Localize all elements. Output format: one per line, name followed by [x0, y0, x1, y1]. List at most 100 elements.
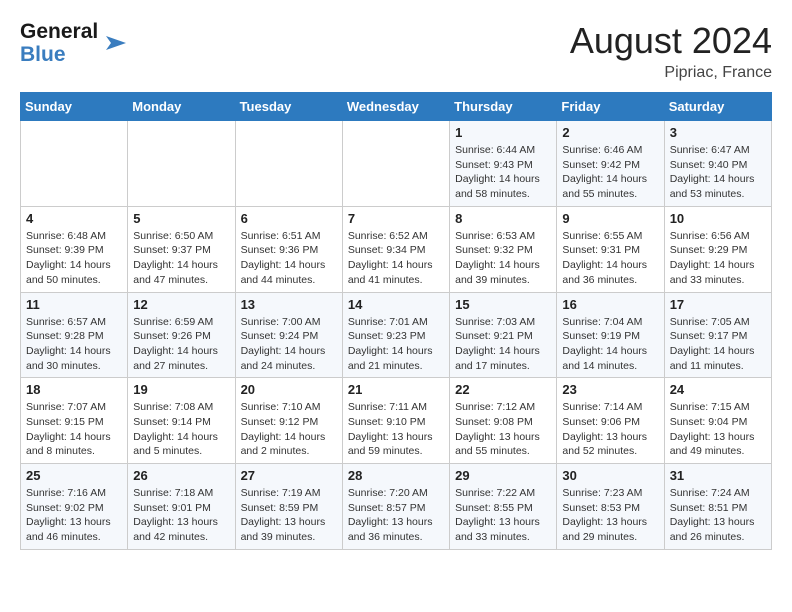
logo: General Blue	[20, 20, 131, 66]
day-cell: 5 Sunrise: 6:50 AM Sunset: 9:37 PM Daylig…	[128, 206, 235, 292]
day-info: Sunrise: 7:18 AM Sunset: 9:01 PM Dayligh…	[133, 486, 229, 545]
weekday-header-monday: Monday	[128, 93, 235, 121]
weekday-header-friday: Friday	[557, 93, 664, 121]
day-cell: 10 Sunrise: 6:56 AM Sunset: 9:29 PM Dayli…	[664, 206, 771, 292]
day-number: 7	[348, 211, 444, 226]
logo-icon	[101, 28, 131, 58]
day-number: 20	[241, 382, 337, 397]
day-cell: 31 Sunrise: 7:24 AM Sunset: 8:51 PM Dayli…	[664, 464, 771, 550]
day-number: 3	[670, 125, 766, 140]
day-number: 1	[455, 125, 551, 140]
day-info: Sunrise: 6:56 AM Sunset: 9:29 PM Dayligh…	[670, 229, 766, 288]
day-number: 25	[26, 468, 122, 483]
day-info: Sunrise: 7:19 AM Sunset: 8:59 PM Dayligh…	[241, 486, 337, 545]
day-number: 15	[455, 297, 551, 312]
day-info: Sunrise: 6:53 AM Sunset: 9:32 PM Dayligh…	[455, 229, 551, 288]
weekday-header-saturday: Saturday	[664, 93, 771, 121]
day-number: 26	[133, 468, 229, 483]
day-number: 11	[26, 297, 122, 312]
day-number: 12	[133, 297, 229, 312]
week-row-4: 18 Sunrise: 7:07 AM Sunset: 9:15 PM Dayli…	[21, 378, 772, 464]
day-cell: 2Sunrise: 6:46 AM Sunset: 9:42 PM Daylig…	[557, 121, 664, 207]
day-info: Sunrise: 6:52 AM Sunset: 9:34 PM Dayligh…	[348, 229, 444, 288]
day-cell: 19Sunrise: 7:08 AM Sunset: 9:14 PM Dayli…	[128, 378, 235, 464]
day-info: Sunrise: 7:15 AM Sunset: 9:04 PM Dayligh…	[670, 400, 766, 459]
day-number: 5	[133, 211, 229, 226]
weekday-header-thursday: Thursday	[450, 93, 557, 121]
title-block: August 2024 Pipriac, France	[570, 20, 772, 82]
day-cell: 14 Sunrise: 7:01 AM Sunset: 9:23 PM Dayli…	[342, 292, 449, 378]
day-cell: 18 Sunrise: 7:07 AM Sunset: 9:15 PM Dayli…	[21, 378, 128, 464]
day-number: 27	[241, 468, 337, 483]
day-cell	[235, 121, 342, 207]
month-title: August 2024	[570, 20, 772, 62]
day-number: 16	[562, 297, 658, 312]
day-cell: 6 Sunrise: 6:51 AM Sunset: 9:36 PM Daylig…	[235, 206, 342, 292]
day-cell	[21, 121, 128, 207]
day-info: Sunrise: 6:57 AM Sunset: 9:28 PM Dayligh…	[26, 315, 122, 374]
day-cell: 26 Sunrise: 7:18 AM Sunset: 9:01 PM Dayli…	[128, 464, 235, 550]
day-info: Sunrise: 7:24 AM Sunset: 8:51 PM Dayligh…	[670, 486, 766, 545]
day-cell: 24 Sunrise: 7:15 AM Sunset: 9:04 PM Dayli…	[664, 378, 771, 464]
day-cell: 16Sunrise: 7:04 AM Sunset: 9:19 PM Dayli…	[557, 292, 664, 378]
day-number: 13	[241, 297, 337, 312]
day-cell: 21 Sunrise: 7:11 AM Sunset: 9:10 PM Dayli…	[342, 378, 449, 464]
day-number: 23	[562, 382, 658, 397]
day-number: 21	[348, 382, 444, 397]
day-cell: 4Sunrise: 6:48 AM Sunset: 9:39 PM Daylig…	[21, 206, 128, 292]
day-number: 24	[670, 382, 766, 397]
day-info: Sunrise: 6:50 AM Sunset: 9:37 PM Dayligh…	[133, 229, 229, 288]
day-cell: 29Sunrise: 7:22 AM Sunset: 8:55 PM Dayli…	[450, 464, 557, 550]
day-info: Sunrise: 6:47 AM Sunset: 9:40 PM Dayligh…	[670, 143, 766, 202]
day-cell: 20Sunrise: 7:10 AM Sunset: 9:12 PM Dayli…	[235, 378, 342, 464]
day-info: Sunrise: 7:16 AM Sunset: 9:02 PM Dayligh…	[26, 486, 122, 545]
week-row-3: 11 Sunrise: 6:57 AM Sunset: 9:28 PM Dayli…	[21, 292, 772, 378]
page-header: General Blue August 2024 Pipriac, France	[20, 20, 772, 82]
day-info: Sunrise: 7:08 AM Sunset: 9:14 PM Dayligh…	[133, 400, 229, 459]
day-number: 4	[26, 211, 122, 226]
day-info: Sunrise: 7:20 AM Sunset: 8:57 PM Dayligh…	[348, 486, 444, 545]
day-cell: 17 Sunrise: 7:05 AM Sunset: 9:17 PM Dayli…	[664, 292, 771, 378]
day-cell: 15 Sunrise: 7:03 AM Sunset: 9:21 PM Dayli…	[450, 292, 557, 378]
day-info: Sunrise: 6:55 AM Sunset: 9:31 PM Dayligh…	[562, 229, 658, 288]
calendar-table: SundayMondayTuesdayWednesdayThursdayFrid…	[20, 92, 772, 550]
day-cell: 27 Sunrise: 7:19 AM Sunset: 8:59 PM Dayli…	[235, 464, 342, 550]
day-info: Sunrise: 7:03 AM Sunset: 9:21 PM Dayligh…	[455, 315, 551, 374]
day-number: 28	[348, 468, 444, 483]
day-info: Sunrise: 7:00 AM Sunset: 9:24 PM Dayligh…	[241, 315, 337, 374]
day-info: Sunrise: 6:46 AM Sunset: 9:42 PM Dayligh…	[562, 143, 658, 202]
day-info: Sunrise: 6:59 AM Sunset: 9:26 PM Dayligh…	[133, 315, 229, 374]
weekday-header-sunday: Sunday	[21, 93, 128, 121]
day-cell: 3 Sunrise: 6:47 AM Sunset: 9:40 PM Daylig…	[664, 121, 771, 207]
day-info: Sunrise: 7:05 AM Sunset: 9:17 PM Dayligh…	[670, 315, 766, 374]
day-info: Sunrise: 7:07 AM Sunset: 9:15 PM Dayligh…	[26, 400, 122, 459]
day-number: 31	[670, 468, 766, 483]
day-number: 30	[562, 468, 658, 483]
day-number: 10	[670, 211, 766, 226]
day-cell: 13 Sunrise: 7:00 AM Sunset: 9:24 PM Dayli…	[235, 292, 342, 378]
logo-blue: Blue	[20, 43, 98, 66]
day-number: 29	[455, 468, 551, 483]
day-info: Sunrise: 6:44 AM Sunset: 9:43 PM Dayligh…	[455, 143, 551, 202]
day-info: Sunrise: 6:51 AM Sunset: 9:36 PM Dayligh…	[241, 229, 337, 288]
day-number: 17	[670, 297, 766, 312]
weekday-header-tuesday: Tuesday	[235, 93, 342, 121]
day-info: Sunrise: 7:01 AM Sunset: 9:23 PM Dayligh…	[348, 315, 444, 374]
weekday-header-row: SundayMondayTuesdayWednesdayThursdayFrid…	[21, 93, 772, 121]
day-cell: 1 Sunrise: 6:44 AM Sunset: 9:43 PM Daylig…	[450, 121, 557, 207]
location: Pipriac, France	[570, 64, 772, 82]
day-number: 14	[348, 297, 444, 312]
day-cell: 25 Sunrise: 7:16 AM Sunset: 9:02 PM Dayli…	[21, 464, 128, 550]
day-cell: 7 Sunrise: 6:52 AM Sunset: 9:34 PM Daylig…	[342, 206, 449, 292]
day-cell: 28 Sunrise: 7:20 AM Sunset: 8:57 PM Dayli…	[342, 464, 449, 550]
day-cell: 12 Sunrise: 6:59 AM Sunset: 9:26 PM Dayli…	[128, 292, 235, 378]
day-number: 6	[241, 211, 337, 226]
day-cell: 23 Sunrise: 7:14 AM Sunset: 9:06 PM Dayli…	[557, 378, 664, 464]
day-cell: 8Sunrise: 6:53 AM Sunset: 9:32 PM Daylig…	[450, 206, 557, 292]
day-number: 18	[26, 382, 122, 397]
day-info: Sunrise: 7:14 AM Sunset: 9:06 PM Dayligh…	[562, 400, 658, 459]
logo-general: General	[20, 20, 98, 43]
day-info: Sunrise: 7:11 AM Sunset: 9:10 PM Dayligh…	[348, 400, 444, 459]
day-cell	[128, 121, 235, 207]
day-number: 9	[562, 211, 658, 226]
